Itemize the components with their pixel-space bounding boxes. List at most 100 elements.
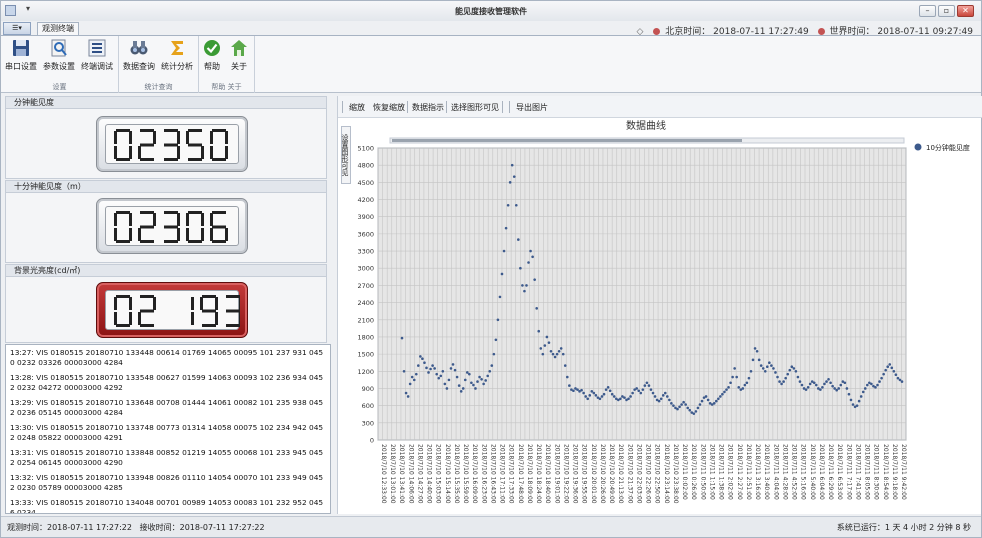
serial-settings-button[interactable]: 串口设置 — [3, 38, 39, 78]
data-point — [778, 380, 781, 383]
data-point — [410, 375, 414, 379]
x-tick-label: 2018/7/11 0:50:00 — [699, 444, 706, 500]
data-point — [792, 367, 796, 370]
message-log[interactable]: 13:27: VIS 0180515 20180710 133448 00614… — [5, 344, 331, 514]
data-point — [821, 386, 824, 389]
data-point — [849, 398, 853, 402]
data-point — [845, 387, 849, 390]
data-point — [804, 388, 808, 391]
chart-scrollbar-thumb[interactable] — [392, 139, 742, 142]
lcd-segment — [164, 211, 178, 214]
x-tick-label: 2018/7/10 20:26:00 — [599, 444, 606, 504]
data-point — [706, 398, 710, 402]
terminal-debug-button[interactable]: 终端调试 — [79, 38, 115, 78]
data-point — [582, 391, 585, 395]
data-point — [419, 355, 422, 358]
x-tick-label: 2018/7/11 8:05:00 — [864, 444, 871, 500]
data-query-button[interactable]: 数据查询 — [121, 38, 157, 78]
data-point — [484, 379, 487, 382]
y-tick-label: 0 — [370, 437, 374, 445]
lcd-digit — [138, 295, 156, 327]
lcd-segment — [212, 158, 226, 161]
data-point — [459, 390, 463, 393]
lcd-segment — [129, 297, 132, 310]
data-indicator-button[interactable]: 数据指示 — [412, 102, 444, 113]
select-visible-series-button[interactable]: 选择图形可见 — [451, 102, 499, 113]
lcd-segment — [129, 228, 132, 241]
data-point — [504, 226, 508, 230]
data-point — [680, 403, 683, 406]
data-point — [568, 384, 571, 387]
data-point — [478, 375, 481, 379]
data-point — [766, 365, 769, 369]
close-button[interactable]: ✕ — [957, 5, 974, 17]
data-point — [857, 399, 861, 403]
data-point — [551, 352, 555, 356]
y-tick-label: 2700 — [357, 282, 374, 290]
data-point — [649, 388, 653, 391]
zoom-button[interactable]: 缩放 — [349, 102, 365, 113]
y-tick-label: 4800 — [357, 162, 374, 170]
export-image-button[interactable]: 导出图片 — [516, 102, 548, 113]
restore-button[interactable]: ▫ — [938, 5, 955, 17]
y-tick-label: 3000 — [357, 265, 374, 273]
x-tick-label: 2018/7/10 12:33:00 — [380, 444, 387, 504]
x-tick-label: 2018/7/10 22:26:00 — [645, 444, 652, 504]
x-tick-label: 2018/7/11 3:16:00 — [754, 444, 761, 500]
data-point — [519, 266, 522, 270]
data-point — [629, 395, 632, 398]
x-tick-label: 2018/7/11 2:51:00 — [745, 444, 752, 500]
data-point — [531, 255, 534, 259]
data-point — [743, 383, 747, 387]
data-point — [698, 403, 702, 406]
data-point — [610, 392, 614, 396]
x-tick-label: 2018/7/11 7:41:00 — [854, 444, 861, 500]
lcd-segment — [164, 129, 178, 132]
data-point — [782, 380, 785, 383]
data-point — [714, 399, 718, 403]
reset-zoom-button[interactable]: 恢复缩放 — [373, 102, 405, 113]
data-point — [737, 386, 741, 389]
ten-min-visibility-panel — [5, 193, 327, 263]
minimize-button[interactable]: – — [919, 5, 936, 17]
binoculars-icon — [130, 41, 148, 55]
data-point — [763, 369, 767, 373]
data-point — [600, 395, 604, 398]
one-min-visibility-title: 分钟能见度 — [5, 96, 327, 109]
data-point — [808, 382, 812, 386]
data-point — [866, 383, 869, 387]
data-point — [796, 375, 800, 379]
data-point — [733, 367, 736, 370]
file-menu-button[interactable]: ☰▾ — [3, 22, 31, 35]
ten-min-visibility-display — [96, 198, 248, 254]
data-point — [470, 381, 473, 385]
data-point — [890, 366, 894, 370]
about-button[interactable]: 关于 — [221, 38, 257, 78]
data-point — [712, 402, 716, 405]
data-point — [414, 372, 418, 376]
parameter-settings-button[interactable]: 参数设置 — [41, 38, 77, 78]
data-point — [839, 383, 843, 387]
statistics-button[interactable]: 统计分析 — [159, 38, 195, 78]
observation-time-value: 2018-07-11 17:27:22 — [47, 523, 132, 532]
y-tick-label: 300 — [362, 419, 374, 427]
data-point — [776, 375, 779, 379]
data-point — [753, 347, 757, 350]
data-point — [668, 398, 671, 402]
lcd-digit — [210, 211, 228, 243]
data-point — [794, 369, 798, 373]
lcd-segment — [116, 129, 130, 132]
lcd-segment — [114, 131, 117, 144]
lcd-segment — [201, 228, 204, 241]
data-point — [547, 341, 551, 344]
x-tick-label: 2018/7/10 15:14:00 — [444, 444, 451, 504]
x-tick-label: 2018/7/10 16:23:00 — [480, 444, 487, 504]
data-point — [882, 372, 885, 376]
lcd-segment — [164, 158, 178, 161]
data-point — [521, 284, 524, 287]
data-point — [647, 384, 651, 387]
data-point — [861, 390, 865, 394]
lcd-segment — [186, 228, 189, 241]
data-point — [608, 389, 612, 393]
tab-observation-terminal[interactable]: 观测终端 — [37, 22, 79, 36]
